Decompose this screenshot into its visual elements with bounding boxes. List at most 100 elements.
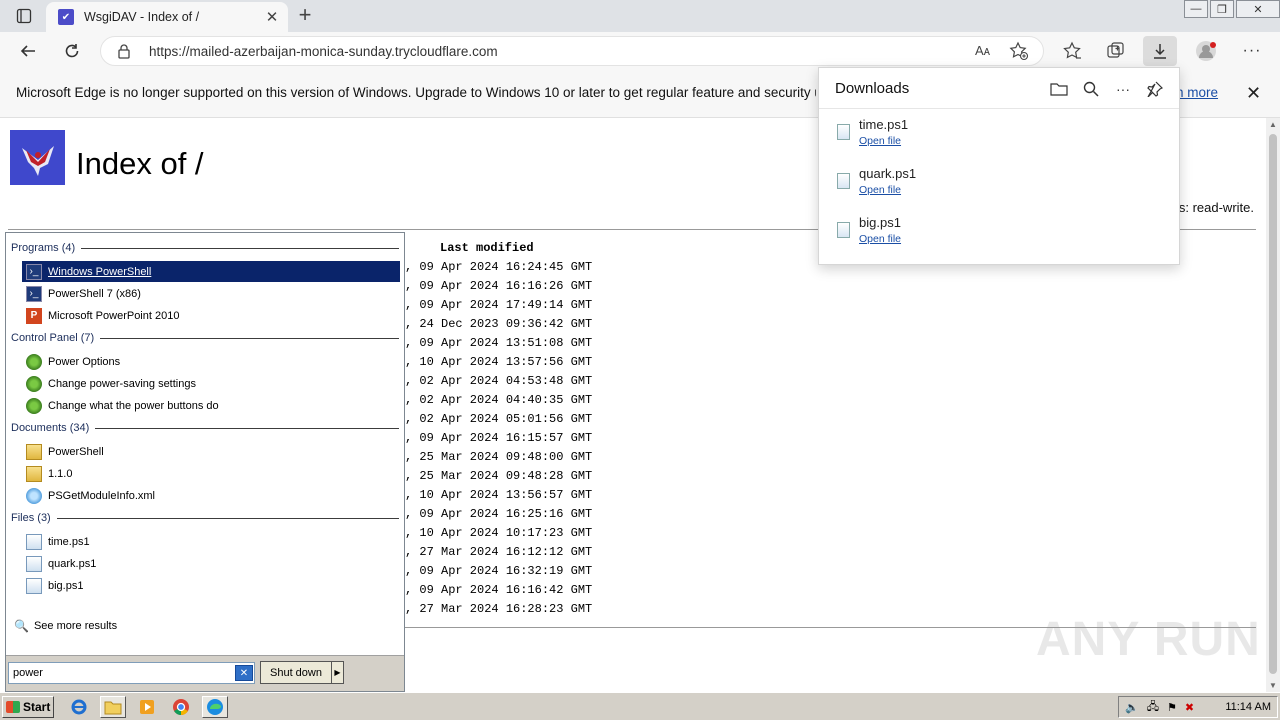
more-options-icon[interactable]: ··· bbox=[1113, 79, 1133, 99]
favorites-icon[interactable] bbox=[1060, 39, 1084, 63]
security-icon[interactable]: ✖ bbox=[1185, 701, 1194, 714]
media-player-icon[interactable] bbox=[134, 696, 160, 718]
start-menu-item[interactable]: quark.ps1 bbox=[22, 553, 400, 574]
page-scrollbar[interactable]: ▲ ▼ bbox=[1266, 118, 1280, 692]
action-center-flag-icon[interactable]: ⚑ bbox=[1167, 701, 1177, 714]
wsgidav-logo bbox=[10, 130, 65, 185]
shut-down-options-arrow-icon[interactable]: ▶ bbox=[332, 661, 344, 684]
chrome-icon[interactable] bbox=[168, 696, 194, 718]
download-item[interactable]: big.ps1 Open file bbox=[835, 215, 1155, 255]
start-menu-item[interactable]: 1.1.0 bbox=[22, 463, 400, 484]
network-icon[interactable]: 🖧 bbox=[1147, 698, 1159, 717]
power-options-icon bbox=[26, 397, 42, 414]
download-item[interactable]: quark.ps1 Open file bbox=[835, 166, 1155, 206]
download-file-name[interactable]: quark.ps1 bbox=[859, 166, 916, 181]
start-menu-item[interactable]: PSGetModuleInfo.xml bbox=[22, 485, 400, 506]
powershell-icon: ›_ bbox=[26, 263, 42, 280]
see-more-results-link[interactable]: 🔍 See more results bbox=[14, 619, 117, 633]
volume-icon[interactable]: 🔈 bbox=[1125, 701, 1139, 714]
start-menu-item[interactable]: ›_ PowerShell 7 (x86) bbox=[22, 283, 400, 304]
tab-close-icon[interactable]: ✕ bbox=[264, 8, 280, 26]
pin-icon[interactable] bbox=[1145, 79, 1165, 99]
refresh-icon[interactable] bbox=[60, 39, 84, 63]
internet-explorer-icon[interactable] bbox=[66, 696, 92, 718]
start-menu-item[interactable]: Power Options bbox=[22, 351, 400, 372]
group-divider bbox=[100, 337, 399, 339]
listing-row: , 10 Apr 2024 13:57:56 GMT bbox=[405, 355, 593, 369]
open-file-link[interactable]: Open file bbox=[859, 184, 901, 196]
downloads-panel-actions: ··· bbox=[1049, 79, 1165, 99]
start-menu-item[interactable]: time.ps1 bbox=[22, 531, 400, 552]
listing-row: , 02 Apr 2024 04:53:48 GMT bbox=[405, 374, 593, 388]
downloads-title: Downloads bbox=[835, 80, 910, 97]
clock[interactable]: 11:14 AM bbox=[1225, 701, 1271, 713]
start-menu-item[interactable]: Change what the power buttons do bbox=[22, 395, 400, 416]
start-search-input[interactable] bbox=[13, 664, 233, 682]
address-bar[interactable]: https://mailed-azerbaijan-monica-sunday.… bbox=[100, 36, 1044, 66]
scrollbar-thumb[interactable] bbox=[1269, 134, 1277, 674]
start-button[interactable]: Start bbox=[2, 696, 54, 718]
browser-tab[interactable]: ✔ WsgiDAV - Index of / ✕ bbox=[46, 2, 288, 32]
tab-title: WsgiDAV - Index of / bbox=[84, 10, 200, 24]
listing-row: , 09 Apr 2024 16:32:19 GMT bbox=[405, 564, 593, 578]
start-group-control-panel[interactable]: Control Panel (7) bbox=[11, 332, 399, 344]
edge-icon[interactable] bbox=[202, 696, 228, 718]
anyrun-watermark: ANY RUN bbox=[1036, 613, 1261, 666]
scroll-down-icon[interactable]: ▼ bbox=[1269, 681, 1277, 690]
start-group-files[interactable]: Files (3) bbox=[11, 512, 399, 524]
url-text[interactable]: https://mailed-azerbaijan-monica-sunday.… bbox=[149, 44, 498, 59]
new-tab-button[interactable]: + bbox=[292, 4, 318, 28]
downloads-panel: Downloads ··· time.ps1 Open file quark.ps1… bbox=[818, 67, 1180, 265]
start-group-programs[interactable]: Programs (4) bbox=[11, 242, 399, 254]
start-menu-item[interactable]: big.ps1 bbox=[22, 575, 400, 596]
close-window-button[interactable]: ✕ bbox=[1236, 0, 1280, 18]
file-explorer-icon[interactable] bbox=[100, 696, 126, 718]
clear-search-icon[interactable]: ✕ bbox=[235, 665, 253, 681]
start-search-box[interactable]: ✕ bbox=[8, 662, 255, 684]
shut-down-button[interactable]: Shut down bbox=[260, 661, 332, 684]
listing-row: , 09 Apr 2024 13:51:08 GMT bbox=[405, 336, 593, 350]
downloads-icon[interactable] bbox=[1143, 36, 1177, 66]
lock-icon[interactable] bbox=[117, 43, 131, 62]
open-file-link[interactable]: Open file bbox=[859, 135, 901, 147]
start-menu-item[interactable]: PowerShell bbox=[22, 441, 400, 462]
see-more-label: See more results bbox=[33, 620, 118, 632]
start-menu-item[interactable]: Change power-saving settings bbox=[22, 373, 400, 394]
listing-row: , 25 Mar 2024 09:48:00 GMT bbox=[405, 450, 593, 464]
listing-row: , 27 Mar 2024 16:28:23 GMT bbox=[405, 602, 593, 616]
scroll-up-icon[interactable]: ▲ bbox=[1269, 120, 1277, 129]
search-icon[interactable] bbox=[1081, 79, 1101, 99]
start-label: Start bbox=[23, 700, 51, 714]
listing-row: , 10 Apr 2024 13:56:57 GMT bbox=[405, 488, 593, 502]
open-folder-icon[interactable] bbox=[1049, 79, 1069, 99]
add-favorite-icon[interactable] bbox=[1009, 41, 1029, 64]
profile-avatar-icon[interactable] bbox=[1194, 39, 1218, 63]
collections-icon[interactable] bbox=[1104, 39, 1128, 63]
powershell-icon: ›_ bbox=[26, 285, 42, 302]
restore-button[interactable]: ❐ bbox=[1210, 0, 1234, 18]
start-menu-item-label: time.ps1 bbox=[48, 535, 90, 548]
group-heading: Control Panel (7) bbox=[11, 332, 95, 344]
script-file-icon bbox=[837, 173, 850, 189]
tab-actions-icon bbox=[16, 8, 32, 24]
minimize-button[interactable]: — bbox=[1184, 0, 1208, 18]
back-arrow-icon[interactable] bbox=[16, 39, 40, 63]
start-group-documents[interactable]: Documents (34) bbox=[11, 422, 399, 434]
download-item[interactable]: time.ps1 Open file bbox=[835, 117, 1155, 157]
download-file-name[interactable]: time.ps1 bbox=[859, 117, 908, 132]
wsgidav-favicon-icon: ✔ bbox=[58, 9, 74, 25]
tab-actions-button[interactable] bbox=[8, 4, 40, 28]
read-aloud-icon[interactable]: Aᴀ bbox=[975, 43, 990, 58]
start-menu-item-label: Change power-saving settings bbox=[48, 377, 196, 390]
infobar-close-icon[interactable]: ✕ bbox=[1246, 83, 1261, 104]
open-file-link[interactable]: Open file bbox=[859, 233, 901, 245]
start-menu-item-label: Microsoft PowerPoint 2010 bbox=[48, 309, 180, 322]
start-menu-item[interactable]: P Microsoft PowerPoint 2010 bbox=[22, 305, 400, 326]
bird-logo-icon bbox=[21, 145, 54, 176]
start-menu-item[interactable]: ›_ Windows PowerShell bbox=[22, 261, 400, 282]
folder-icon bbox=[26, 443, 42, 460]
settings-more-icon[interactable]: ··· bbox=[1240, 39, 1264, 63]
download-file-name[interactable]: big.ps1 bbox=[859, 215, 901, 230]
start-menu: Programs (4) ›_ Windows PowerShell ›_ PowerS… bbox=[5, 232, 405, 692]
ps1-file-icon bbox=[26, 577, 42, 594]
